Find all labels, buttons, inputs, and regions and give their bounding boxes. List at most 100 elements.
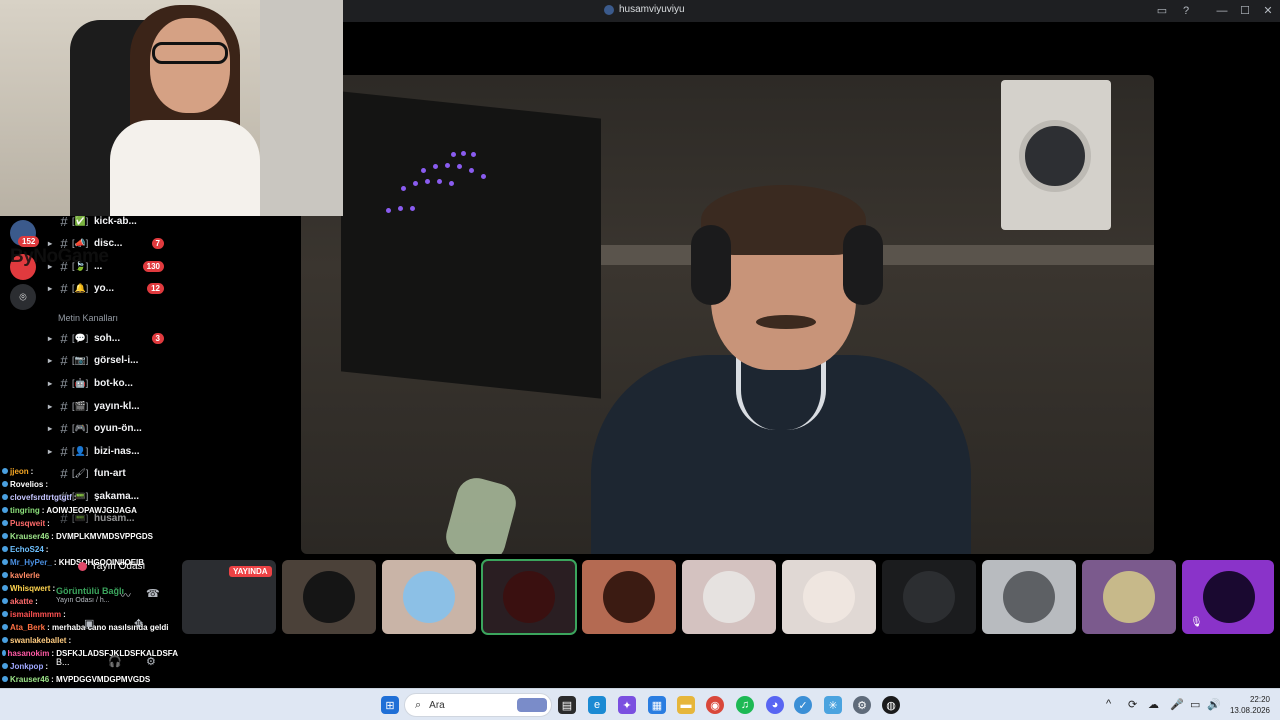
chat-text: :	[30, 466, 34, 476]
inbox-icon[interactable]: ▭	[1154, 3, 1170, 19]
participant-tile[interactable]	[382, 560, 476, 634]
participant-avatar	[803, 571, 855, 623]
user-panel-name[interactable]: B...	[56, 657, 70, 667]
live-dot-icon	[78, 562, 87, 571]
copilot-icon[interactable]: ✦	[618, 696, 636, 714]
unread-badge: 12	[147, 282, 164, 294]
participant-tile-stream[interactable]: YAYINDA	[182, 560, 276, 634]
participant-tile-selected[interactable]	[481, 559, 577, 635]
channel-item[interactable]: ▸ # [📷] görsel-i...	[44, 351, 174, 369]
participant-tile[interactable]	[782, 560, 876, 634]
participant-tile[interactable]	[682, 560, 776, 634]
voice-room[interactable]: Yayın Odası	[78, 561, 145, 572]
chat-text: :	[47, 518, 50, 528]
participant-tile[interactable]	[282, 560, 376, 634]
channel-avatar-icon	[604, 4, 614, 15]
settings-icon[interactable]: ⚙	[146, 655, 156, 668]
todo-icon[interactable]: ✓	[794, 696, 812, 714]
channel-item[interactable]: ▸ # [🤖] bot-ko...	[44, 374, 174, 392]
participant-tile[interactable]	[1082, 560, 1176, 634]
participant-tile[interactable]	[882, 560, 976, 634]
cloud-icon[interactable]: ☁	[1148, 698, 1159, 711]
chat-username[interactable]: EchoS24	[10, 545, 44, 554]
chat-username[interactable]: Mr_HyPer_	[10, 558, 52, 567]
window-title-text: husamviyuviyu	[619, 4, 685, 15]
chat-username[interactable]: Pusqweit	[10, 519, 45, 528]
participant-tile[interactable]	[982, 560, 1076, 634]
close-button[interactable]: ✕	[1260, 3, 1276, 19]
chat-text: :	[45, 479, 49, 489]
discord-icon[interactable]: ◕	[766, 696, 784, 714]
chat-message: clovefsrdtrtgtgtf:	[2, 490, 178, 504]
channel-item[interactable]: ▸ # [📣] disc... 7	[44, 234, 174, 252]
headphones-icon[interactable]: 🎧	[108, 655, 122, 668]
tray-overflow-icon[interactable]: ^	[1106, 698, 1111, 710]
chat-username[interactable]: Ata_Berk	[10, 623, 45, 632]
washing-machine	[1001, 80, 1111, 230]
chat-badge-icon	[2, 468, 8, 474]
activities-icon[interactable]: ✥	[134, 617, 143, 630]
chat-username[interactable]: clovefsrdtrtgtgtf	[10, 493, 72, 502]
volume-icon[interactable]: 🔊	[1207, 698, 1221, 711]
chat-username[interactable]: tingring	[10, 506, 40, 515]
sync-icon[interactable]: ⟳	[1128, 698, 1137, 711]
spotify-icon[interactable]: ♫	[736, 696, 754, 714]
unread-badge: 130	[142, 260, 164, 272]
discover-icon[interactable]: ⌾	[10, 284, 36, 310]
app-icon[interactable]: ◍	[882, 696, 900, 714]
participant-tile[interactable]	[582, 560, 676, 634]
speaking-indicator-icon	[381, 150, 511, 230]
chat-badge-icon	[2, 533, 8, 539]
noise-suppression-icon[interactable]: 〰	[120, 587, 131, 603]
chat-username[interactable]: Krauser46	[10, 532, 49, 541]
channel-item[interactable]: ▸ # [💬] soh... 3	[44, 329, 174, 347]
participant-avatar	[1103, 571, 1155, 623]
chat-username[interactable]: akatte	[10, 597, 33, 606]
store-icon[interactable]: ▦	[648, 696, 666, 714]
participant-avatar	[903, 571, 955, 623]
clock[interactable]: 22:20 13.08.2026	[1226, 694, 1270, 716]
chrome-icon[interactable]: ◉	[706, 696, 724, 714]
search-placeholder: Ara	[429, 699, 445, 711]
chat-badge-icon	[2, 650, 6, 656]
chat-username[interactable]: Jonkpop	[10, 662, 43, 671]
channel-item[interactable]: # [✅] kick-ab...	[44, 212, 174, 230]
chat-badge-icon	[2, 520, 8, 526]
clock-date: 13.08.2026	[1229, 706, 1270, 715]
edge-icon[interactable]: e	[588, 696, 606, 714]
chat-badge-icon	[2, 611, 8, 617]
chat-username[interactable]: jjeon	[10, 467, 29, 476]
channel-item[interactable]: ▸ # [🎮] oyun-ön...	[44, 419, 174, 437]
chat-username[interactable]: ismailmmmm	[10, 610, 61, 619]
task-view-icon[interactable]: ▤	[558, 696, 576, 714]
chat-username[interactable]: hasanokim	[8, 649, 50, 658]
explorer-icon[interactable]: ▬	[677, 696, 695, 714]
channel-item[interactable]: ▸ # [👤] bizi-nas...	[44, 442, 174, 460]
channel-item[interactable]: ▸ # [🎬] yayın-kl...	[44, 397, 174, 415]
participant-avatar	[303, 571, 355, 623]
channel-item[interactable]: ▸ # [🍃]... 130	[44, 257, 174, 275]
chat-username[interactable]: kavlerle	[10, 571, 40, 580]
chat-text: :	[45, 661, 49, 671]
chat-badge-icon	[2, 494, 8, 500]
chat-username[interactable]: Krauser46	[10, 675, 49, 684]
camera-icon[interactable]: ▣	[84, 617, 94, 630]
start-icon[interactable]: ⊞	[381, 696, 399, 714]
settings-app-icon[interactable]: ⚙	[853, 696, 871, 714]
participant-tile[interactable]: 🎙	[1182, 560, 1274, 634]
search-box[interactable]: ⌕ Ara	[404, 693, 552, 717]
maximize-button[interactable]: ☐	[1237, 3, 1253, 19]
channel-item[interactable]: ▸ # [🔔] yo... 12	[44, 279, 174, 297]
channel-category[interactable]: Metin Kanalları	[58, 313, 118, 323]
main-video-feed[interactable]	[301, 75, 1154, 554]
disconnect-icon[interactable]: ☎	[146, 587, 160, 600]
mic-icon[interactable]: 🎤	[1170, 698, 1184, 711]
minimize-button[interactable]: —	[1214, 3, 1230, 19]
chat-username[interactable]: Whisqwert	[10, 584, 50, 593]
chat-username[interactable]: Rovelios	[10, 480, 43, 489]
network-icon[interactable]: ▭	[1190, 698, 1200, 711]
voice-channel-path[interactable]: Yayın Odası / h...	[56, 597, 110, 604]
participant-avatar	[703, 571, 755, 623]
help-icon[interactable]: ?	[1178, 3, 1194, 19]
network-app-icon[interactable]: ✳	[824, 696, 842, 714]
